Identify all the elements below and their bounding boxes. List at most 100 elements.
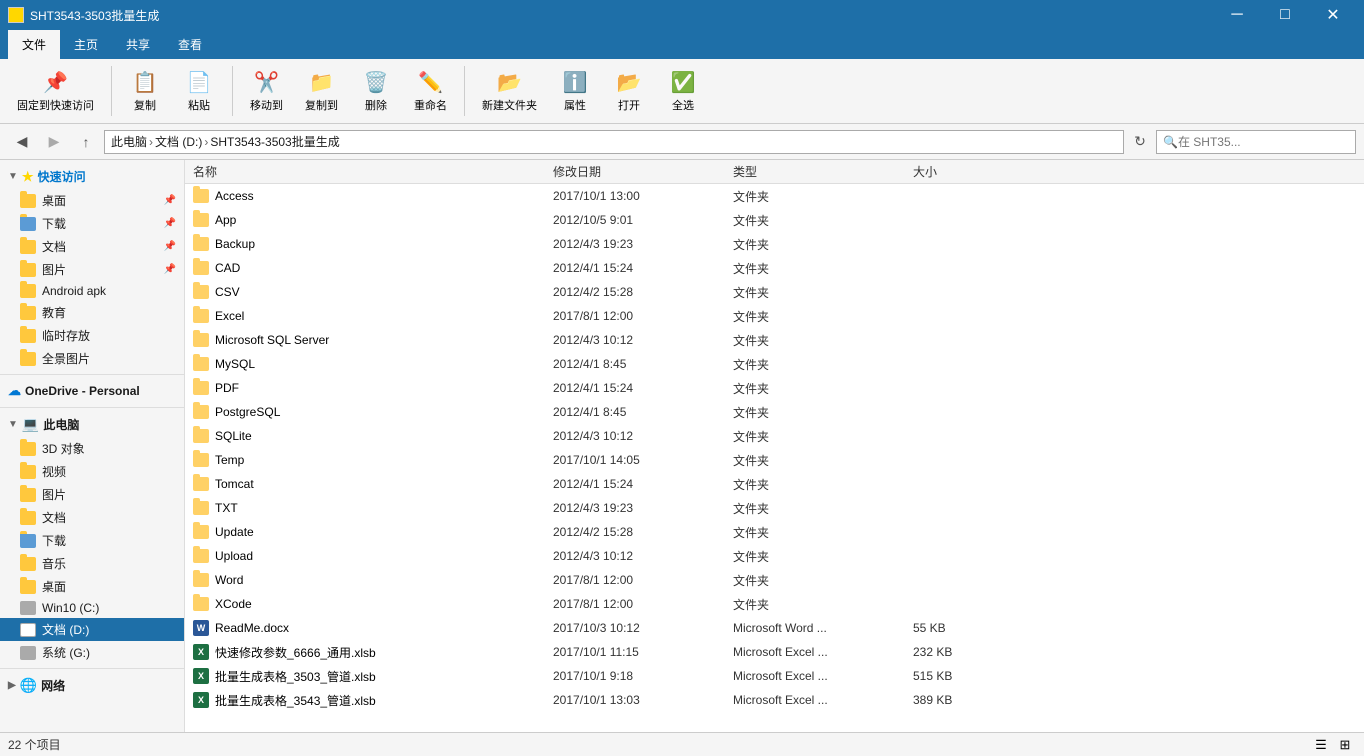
ribbon-pin-btn[interactable]: 📌 固定到快速访问: [8, 65, 103, 118]
sidebar-item-downloads2[interactable]: 下载: [0, 529, 184, 552]
file-date: 2012/4/1 15:24: [549, 261, 729, 275]
table-row[interactable]: MySQL 2012/4/1 8:45 文件夹: [185, 352, 1364, 376]
sidebar-item-desktop[interactable]: 桌面 📌: [0, 189, 184, 212]
table-row[interactable]: W ReadMe.docx 2017/10/3 10:12 Microsoft …: [185, 616, 1364, 640]
ribbon-prop-btn[interactable]: ℹ️ 属性: [550, 65, 600, 118]
ribbon-tab-home[interactable]: 主页: [60, 30, 112, 59]
table-row[interactable]: Backup 2012/4/3 19:23 文件夹: [185, 232, 1364, 256]
ribbon-content: 📌 固定到快速访问 📋 复制 📄 粘贴 ✂️ 移动到 📁 复制到 🗑️ 删除 ✏…: [0, 59, 1364, 123]
col-date[interactable]: 修改日期: [549, 163, 729, 180]
ribbon-paste-label: 粘贴: [188, 97, 210, 113]
quick-access-header[interactable]: ▼ ★ 快速访问: [0, 164, 184, 189]
ribbon-delete-btn[interactable]: 🗑️ 删除: [351, 65, 401, 118]
sidebar-item-videos[interactable]: 视频: [0, 460, 184, 483]
table-row[interactable]: Excel 2017/8/1 12:00 文件夹: [185, 304, 1364, 328]
col-size[interactable]: 大小: [909, 163, 1009, 180]
ribbon-paste-btn[interactable]: 📄 粘贴: [174, 65, 224, 118]
minimize-button[interactable]: ─: [1214, 0, 1260, 30]
drive-icon: [20, 601, 36, 615]
col-name[interactable]: 名称: [189, 163, 549, 180]
folder-icon: [193, 453, 209, 467]
back-button[interactable]: ◀: [8, 128, 36, 156]
table-row[interactable]: Access 2017/10/1 13:00 文件夹: [185, 184, 1364, 208]
pin-icon[interactable]: 📌: [164, 241, 176, 252]
file-name: Tomcat: [189, 477, 549, 491]
search-box[interactable]: 🔍: [1156, 130, 1356, 154]
refresh-button[interactable]: ↻: [1128, 130, 1152, 154]
close-button[interactable]: ✕: [1310, 0, 1356, 30]
rename-icon: ✏️: [418, 70, 443, 95]
table-row[interactable]: X 快速修改参数_6666_通用.xlsb 2017/10/1 11:15 Mi…: [185, 640, 1364, 664]
table-row[interactable]: X 批量生成表格_3503_管道.xlsb 2017/10/1 9:18 Mic…: [185, 664, 1364, 688]
table-row[interactable]: Temp 2017/10/1 14:05 文件夹: [185, 448, 1364, 472]
table-row[interactable]: App 2012/10/5 9:01 文件夹: [185, 208, 1364, 232]
folder-icon: [20, 240, 36, 254]
table-row[interactable]: PDF 2012/4/1 15:24 文件夹: [185, 376, 1364, 400]
excel-icon: X: [193, 644, 209, 660]
sidebar-item-documents[interactable]: 文档 📌: [0, 235, 184, 258]
table-row[interactable]: Upload 2012/4/3 10:12 文件夹: [185, 544, 1364, 568]
ribbon-open-btn[interactable]: 📂 打开: [604, 65, 654, 118]
table-row[interactable]: X 批量生成表格_3543_管道.xlsb 2017/10/1 13:03 Mi…: [185, 688, 1364, 712]
folder-icon: [193, 501, 209, 515]
quick-access-label: 快速访问: [38, 168, 86, 185]
maximize-button[interactable]: □: [1262, 0, 1308, 30]
table-row[interactable]: Tomcat 2012/4/1 15:24 文件夹: [185, 472, 1364, 496]
table-row[interactable]: Word 2017/8/1 12:00 文件夹: [185, 568, 1364, 592]
folder-icon: [193, 357, 209, 371]
file-date: 2012/4/3 19:23: [549, 237, 729, 251]
sidebar-item-panorama[interactable]: 全景图片: [0, 347, 184, 370]
table-row[interactable]: PostgreSQL 2012/4/1 8:45 文件夹: [185, 400, 1364, 424]
col-type[interactable]: 类型: [729, 163, 909, 180]
ribbon-newfolder-btn[interactable]: 📂 新建文件夹: [473, 65, 546, 118]
ribbon-rename-btn[interactable]: ✏️ 重命名: [405, 65, 456, 118]
sidebar-item-android[interactable]: Android apk: [0, 281, 184, 301]
sidebar-item-3dobjects[interactable]: 3D 对象: [0, 437, 184, 460]
ribbon-sep-2: [232, 66, 233, 116]
large-icons-view-button[interactable]: ⊞: [1334, 734, 1356, 756]
sidebar-item-desktop2[interactable]: 桌面: [0, 575, 184, 598]
folder-icon: [193, 333, 209, 347]
sidebar-item-music[interactable]: 音乐: [0, 552, 184, 575]
ribbon-tab-share[interactable]: 共享: [112, 30, 164, 59]
sidebar-item-sys-g[interactable]: 系统 (G:): [0, 641, 184, 664]
address-path[interactable]: 此电脑 › 文档 (D:) › SHT3543-3503批量生成: [104, 130, 1124, 154]
pin-icon[interactable]: 📌: [164, 195, 176, 206]
folder-icon: [20, 511, 36, 525]
ribbon-sep-3: [464, 66, 465, 116]
table-row[interactable]: CAD 2012/4/1 15:24 文件夹: [185, 256, 1364, 280]
network-header[interactable]: ▶ 🌐 网络: [0, 673, 184, 698]
sidebar-item-edu[interactable]: 教育: [0, 301, 184, 324]
ribbon-tab-view[interactable]: 查看: [164, 30, 216, 59]
ribbon-tab-file[interactable]: 文件: [8, 30, 60, 59]
file-name: CSV: [189, 285, 549, 299]
ribbon-select-btn[interactable]: ✅ 全选: [658, 65, 708, 118]
ribbon-copy-btn[interactable]: 📋 复制: [120, 65, 170, 118]
table-row[interactable]: SQLite 2012/4/3 10:12 文件夹: [185, 424, 1364, 448]
thispc-header[interactable]: ▼ 💻 此电脑: [0, 412, 184, 437]
sidebar-item-pictures[interactable]: 图片 📌: [0, 258, 184, 281]
sidebar-item-docs-d[interactable]: 文档 (D:): [0, 618, 184, 641]
search-input[interactable]: [1178, 135, 1349, 149]
ribbon-move-btn[interactable]: ✂️ 移动到: [241, 65, 292, 118]
table-row[interactable]: Microsoft SQL Server 2012/4/3 10:12 文件夹: [185, 328, 1364, 352]
forward-button[interactable]: ▶: [40, 128, 68, 156]
sidebar-item-documents2[interactable]: 文档: [0, 506, 184, 529]
pin-icon[interactable]: 📌: [164, 218, 176, 229]
folder-icon: [193, 597, 209, 611]
up-button[interactable]: ↑: [72, 128, 100, 156]
sidebar-item-win10c[interactable]: Win10 (C:): [0, 598, 184, 618]
onedrive-header[interactable]: ☁ OneDrive - Personal: [0, 379, 184, 403]
sidebar-item-downloads[interactable]: 下载 📌: [0, 212, 184, 235]
sidebar-item-pictures2[interactable]: 图片: [0, 483, 184, 506]
ribbon-copyto-btn[interactable]: 📁 复制到: [296, 65, 347, 118]
pin-icon[interactable]: 📌: [164, 264, 176, 275]
table-row[interactable]: Update 2012/4/2 15:28 文件夹: [185, 520, 1364, 544]
details-view-button[interactable]: ☰: [1310, 734, 1332, 756]
table-row[interactable]: TXT 2012/4/3 19:23 文件夹: [185, 496, 1364, 520]
table-row[interactable]: CSV 2012/4/2 15:28 文件夹: [185, 280, 1364, 304]
path-docs: 文档 (D:): [155, 133, 202, 150]
sidebar-item-temp[interactable]: 临时存放: [0, 324, 184, 347]
table-row[interactable]: XCode 2017/8/1 12:00 文件夹: [185, 592, 1364, 616]
copy-icon: 📋: [133, 70, 158, 95]
